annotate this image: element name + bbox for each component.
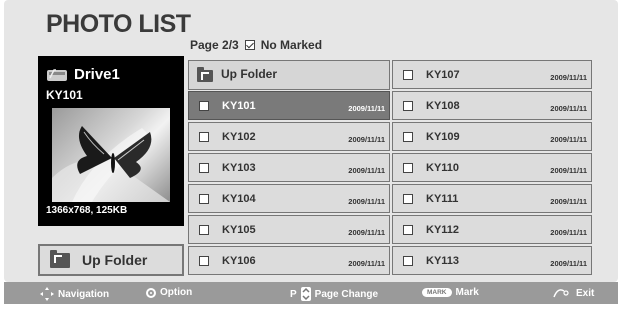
navigation-label: Navigation [58,288,110,300]
checkbox[interactable] [199,132,209,142]
file-name: KY109 [426,131,460,143]
list-up-folder-label: Up Folder [221,67,277,81]
list-item[interactable]: KY106 2009/11/11 [188,246,390,275]
page-up-down-icon [300,287,311,301]
checkbox[interactable] [199,194,209,204]
checkbox[interactable] [403,256,413,266]
file-date: 2009/11/11 [348,104,385,113]
mark-key-icon: MARK [422,288,452,297]
list-item[interactable]: KY112 2009/11/11 [392,215,592,244]
page-indicator: Page 2/3 [190,38,239,52]
list-item[interactable]: KY104 2009/11/11 [188,184,390,213]
footer-navigation: Navigation [40,287,109,301]
file-date: 2009/11/11 [550,197,587,206]
footer-exit: Exit [552,287,594,299]
checkbox[interactable] [403,101,413,111]
preview-file-name: KY101 [46,88,83,102]
file-name: KY108 [426,100,460,112]
exit-label: Exit [576,287,595,299]
up-folder-label: Up Folder [82,252,148,268]
marked-checkbox-icon [244,40,255,50]
file-date: 2009/11/11 [550,228,587,237]
page-change-label: Page Change [314,288,379,300]
file-date: 2009/11/11 [348,135,385,144]
list-item[interactable]: KY103 2009/11/11 [188,153,390,182]
drive-row: Drive1 [46,66,120,83]
file-date: 2009/11/11 [348,166,385,175]
footer-bar: Navigation Option P Page Change MARK Mar… [4,282,618,304]
file-date: 2009/11/11 [550,135,587,144]
file-name: KY105 [222,224,256,236]
file-name: KY111 [426,193,459,205]
file-name: KY106 [222,255,256,267]
file-name: KY107 [426,69,460,81]
checkbox[interactable] [199,163,209,173]
up-folder-icon [50,249,70,268]
photo-thumbnail [52,108,170,202]
list-item[interactable]: KY109 2009/11/11 [392,122,592,151]
file-date: 2009/11/11 [550,73,587,82]
option-label: Option [160,287,193,298]
checkbox[interactable] [403,163,413,173]
checkbox[interactable] [403,132,413,142]
checkbox[interactable] [403,70,413,80]
footer-page-change: P Page Change [290,287,378,301]
file-name: KY110 [426,162,460,174]
list-item[interactable]: KY101 2009/11/11 [188,91,390,120]
footer-mark: MARK Mark [422,287,479,298]
file-date: 2009/11/11 [348,228,385,237]
list-item[interactable]: KY110 2009/11/11 [392,153,592,182]
file-date: 2009/11/11 [550,104,587,113]
exit-return-icon [553,289,569,298]
checkbox[interactable] [199,225,209,235]
file-name: KY112 [426,224,460,236]
checkbox[interactable] [403,194,413,204]
page-title: PHOTO LIST [46,10,191,38]
list-item[interactable]: KY107 2009/11/11 [392,60,592,89]
checkbox[interactable] [403,225,413,235]
mark-label: Mark [455,287,479,298]
up-folder-button[interactable]: Up Folder [38,244,184,276]
photo-info: 1366x768, 125KB [46,205,128,216]
file-date: 2009/11/11 [348,259,385,268]
up-folder-icon [197,67,213,82]
ok-button-icon [146,287,156,298]
drive-icon [47,68,67,81]
list-item[interactable]: KY102 2009/11/11 [188,122,390,151]
checkbox[interactable] [199,256,209,266]
file-name: KY102 [222,131,256,143]
photo-preview-panel: Drive1 KY101 1366x768, 125KB [38,56,184,226]
file-name: KY113 [426,255,460,267]
p-key-label: P [290,288,297,300]
page-info: Page 2/3 No Marked [190,38,322,52]
checkbox[interactable] [199,101,209,111]
file-date: 2009/11/11 [550,259,587,268]
file-date: 2009/11/11 [348,197,385,206]
file-name: KY103 [222,162,256,174]
list-item[interactable]: KY113 2009/11/11 [392,246,592,275]
marked-status: No Marked [260,38,323,52]
drive-name: Drive1 [74,66,120,83]
footer-option: Option [146,287,192,298]
list-item[interactable]: KY108 2009/11/11 [392,91,592,120]
butterfly-image-icon [52,126,170,202]
file-date: 2009/11/11 [550,166,587,175]
list-item[interactable]: KY105 2009/11/11 [188,215,390,244]
file-name: KY101 [222,100,256,112]
navigation-arrows-icon [40,287,54,301]
file-name: KY104 [222,193,256,205]
list-item[interactable]: KY111 2009/11/11 [392,184,592,213]
list-up-folder[interactable]: Up Folder [188,60,390,90]
